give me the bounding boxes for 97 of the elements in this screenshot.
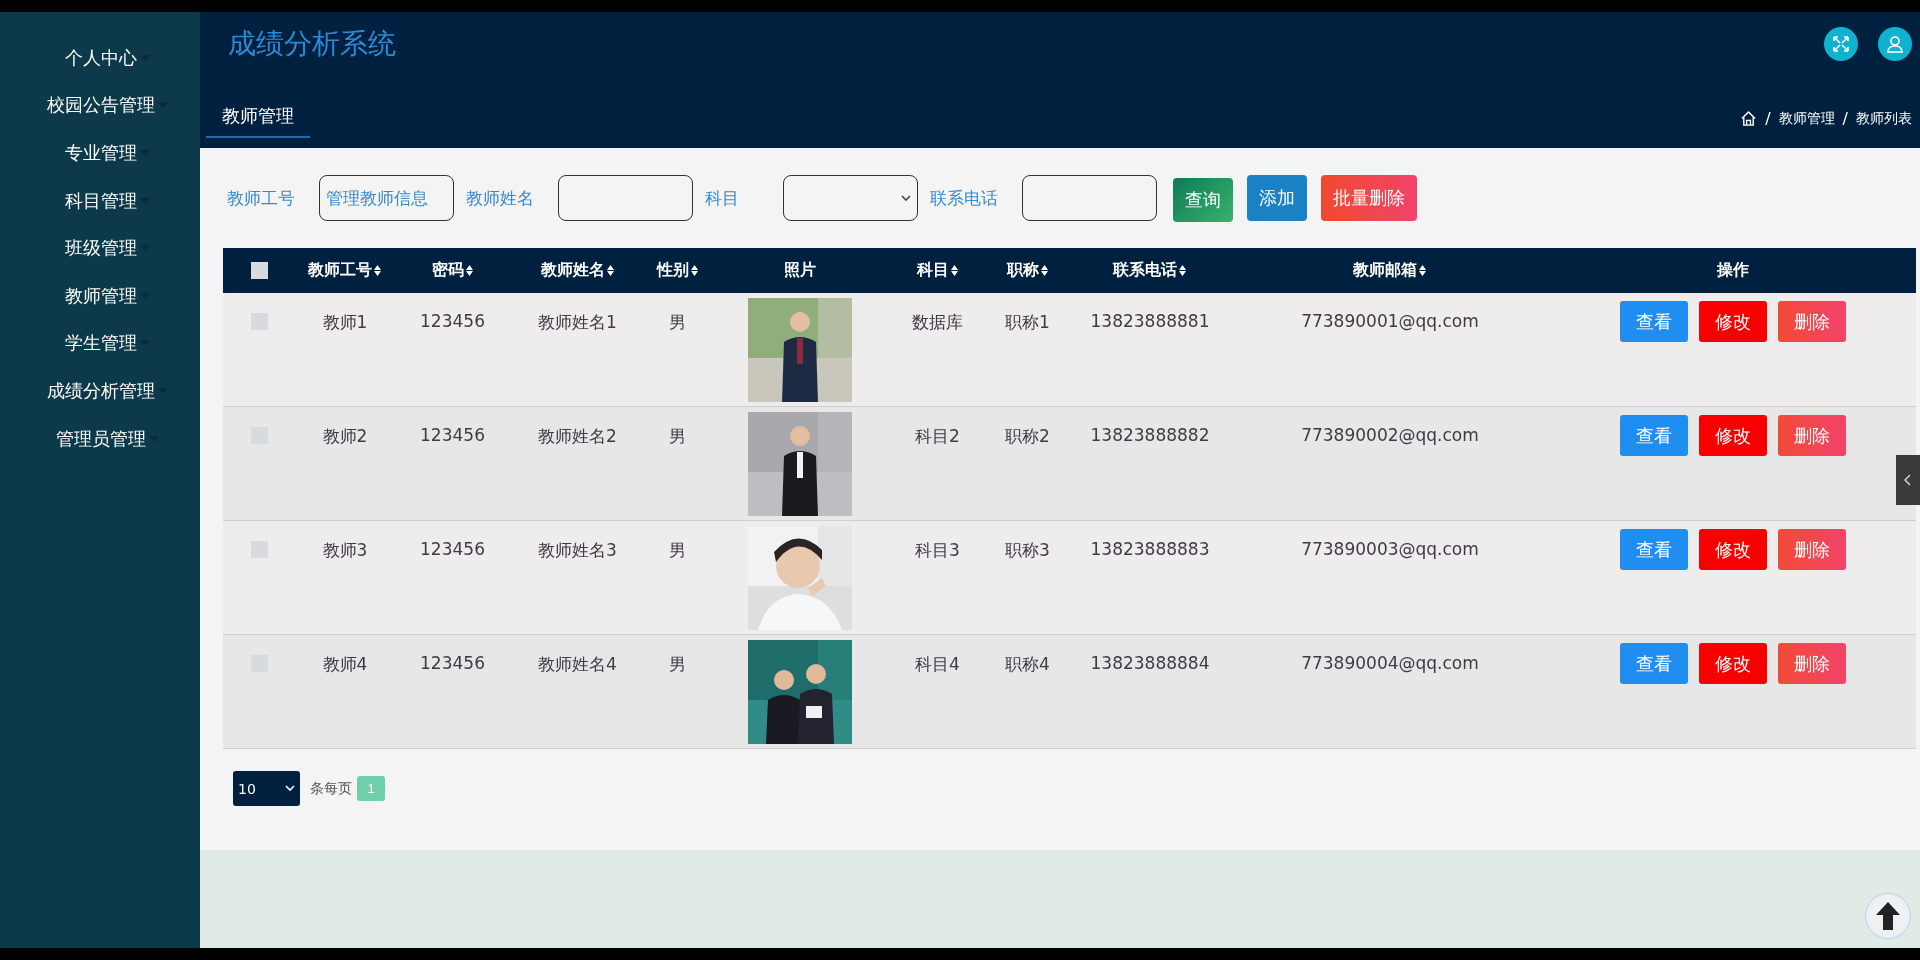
page-size-select[interactable]: 10 [233, 771, 300, 806]
home-icon[interactable] [1740, 110, 1758, 127]
per-page-label: 条每页 [310, 779, 352, 798]
column-header: 操作 [1715, 260, 1750, 281]
column-header: 照片 [783, 260, 817, 281]
sidebar-item[interactable]: 管理员管理 [41, 414, 159, 463]
table-cell-text: 男 [668, 653, 687, 676]
table-cell-text: 13823888883 [1089, 538, 1211, 559]
table-cell-text: 教师1 [321, 311, 369, 334]
delete-button[interactable]: 删除 [1778, 643, 1846, 684]
select-all-checkbox[interactable] [250, 262, 268, 279]
filter-label: 科目 [705, 186, 739, 210]
table-cell-text: 数据库 [911, 311, 964, 334]
sidebar-item[interactable]: 班级管理 [50, 224, 150, 272]
edit-button[interactable]: 修改 [1699, 415, 1767, 456]
sort-icon[interactable] [689, 264, 699, 277]
sidebar-item[interactable]: 个人中心 [50, 34, 150, 82]
table-cell-text: 教师4 [321, 653, 369, 676]
table-cell-text: 科目4 [914, 653, 961, 676]
chevron-icon [901, 194, 911, 202]
table-cell-text: 教师2 [321, 425, 369, 448]
sort-icon[interactable] [464, 264, 474, 277]
table-cell-text: 773890004@qq.com [1300, 652, 1480, 673]
breadcrumb-separator: / [1842, 109, 1848, 128]
add-button[interactable]: 添加 [1247, 175, 1307, 221]
delete-button[interactable]: 删除 [1778, 301, 1846, 342]
sort-icon[interactable] [373, 264, 382, 277]
batch-delete-button[interactable]: 批量删除 [1321, 175, 1417, 221]
collapse-handle[interactable] [1896, 455, 1920, 505]
column-header[interactable]: 职称 [985, 260, 1070, 281]
delete-button[interactable]: 删除 [1778, 529, 1846, 570]
table-cell-text: 13823888884 [1089, 652, 1211, 673]
table-cell-text: 职称2 [1004, 425, 1051, 448]
table-cell-text: 13823888881 [1089, 310, 1211, 331]
table-cell-text: 773890003@qq.com [1300, 538, 1480, 559]
column-header[interactable]: 教师邮箱 [1230, 260, 1550, 281]
filter-label: 联系电话 [930, 186, 998, 210]
sort-icon[interactable] [1039, 264, 1049, 277]
subject-select[interactable] [783, 175, 918, 221]
table-cell-text: 科目2 [914, 425, 961, 448]
column-header[interactable]: 性别 [645, 260, 710, 281]
sidebar-item[interactable]: 教师管理 [50, 271, 150, 320]
sidebar-item[interactable]: 校园公告管理 [32, 81, 168, 130]
table-cell-text: 男 [668, 311, 687, 334]
table-cell-text: 教师3 [321, 539, 369, 562]
table-cell-text: 教师姓名3 [537, 539, 618, 562]
sidebar-item[interactable]: 学生管理 [50, 319, 150, 368]
input-field[interactable] [558, 175, 693, 221]
sidebar-item[interactable]: 专业管理 [50, 129, 150, 177]
breadcrumb-separator: / [1765, 109, 1771, 128]
column-header[interactable]: 联系电话 [1070, 260, 1230, 281]
query-button[interactable]: 查询 [1173, 178, 1233, 222]
delete-button[interactable]: 删除 [1778, 415, 1846, 456]
table-cell-text: 773890002@qq.com [1300, 424, 1480, 445]
table-cell-text: 教师姓名2 [537, 425, 618, 448]
chevron-left-icon [1904, 474, 1912, 486]
column-header[interactable]: 教师姓名 [510, 260, 645, 281]
table-cell-text: 13823888882 [1089, 424, 1211, 445]
breadcrumb-link[interactable]: 教师列表 [1856, 109, 1912, 128]
table-cell-text: 123456 [419, 424, 486, 445]
filter-label: 教师工号 [227, 186, 295, 210]
table-cell-text: 职称1 [1004, 311, 1051, 334]
table-cell-text: 123456 [419, 310, 486, 331]
filter-label: 教师姓名 [466, 186, 534, 210]
sort-icon[interactable] [1178, 264, 1187, 277]
sidebar-item[interactable]: 科目管理 [50, 176, 150, 225]
table-cell-text: 教师姓名1 [537, 311, 618, 334]
user-button[interactable] [1878, 26, 1912, 61]
input-field[interactable] [1022, 175, 1157, 221]
column-header[interactable]: 教师工号 [295, 260, 395, 281]
table-cell-text: 773890001@qq.com [1300, 310, 1480, 331]
column-header[interactable]: 密码 [395, 260, 510, 281]
table-cell-text: 男 [668, 539, 687, 562]
breadcrumb-link[interactable]: 教师管理 [1778, 109, 1835, 128]
table-cell-text: 科目3 [914, 539, 961, 562]
edit-button[interactable]: 修改 [1699, 643, 1767, 684]
up-arrow-icon [1875, 901, 1901, 931]
table-cell-text: 男 [668, 425, 687, 448]
user-icon [1885, 33, 1905, 54]
input-field[interactable]: 管理教师信息 [319, 175, 454, 221]
sort-icon[interactable] [1418, 264, 1427, 277]
edit-button[interactable]: 修改 [1699, 529, 1767, 570]
table-cell-text: 职称3 [1004, 539, 1051, 562]
table-cell-text: 教师姓名4 [537, 653, 618, 676]
table-cell-text: 123456 [419, 652, 486, 673]
edit-button[interactable]: 修改 [1699, 301, 1767, 342]
sort-icon[interactable] [949, 264, 959, 277]
fullscreen-button[interactable] [1824, 26, 1858, 61]
chevron-icon [285, 785, 295, 792]
sidebar-item[interactable]: 成绩分析管理 [32, 367, 168, 415]
table-cell-text: 123456 [419, 538, 486, 559]
app-title: 成绩分析系统 [228, 25, 397, 62]
expand-icon [1831, 33, 1851, 54]
sort-icon[interactable] [605, 264, 615, 277]
column-header[interactable]: 科目 [890, 260, 985, 281]
nav-tab[interactable]: 教师管理 [206, 94, 310, 138]
table-cell-text: 职称4 [1004, 653, 1051, 676]
